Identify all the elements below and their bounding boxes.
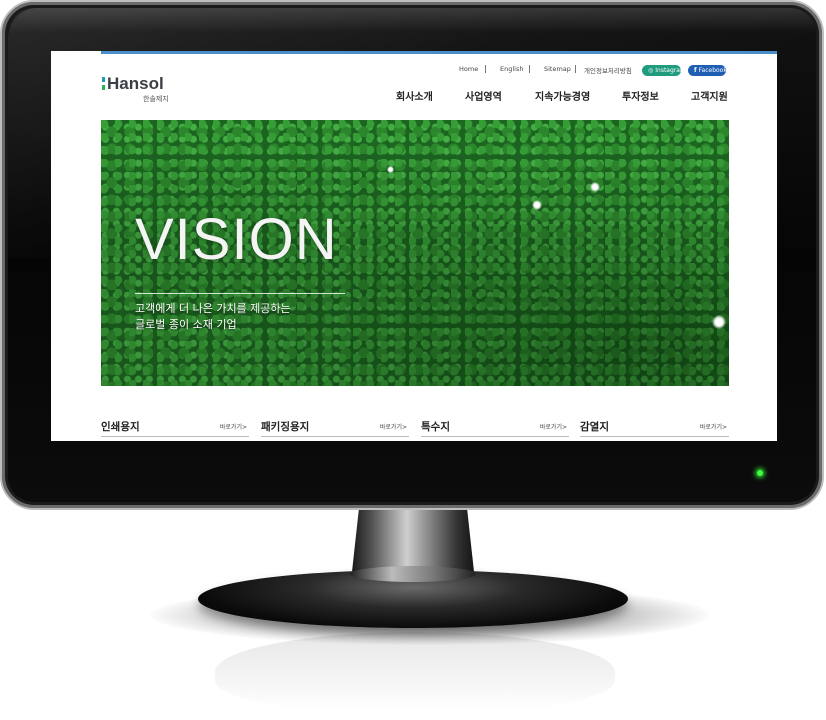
power-led: [757, 470, 763, 476]
hansol-logo[interactable]: Hansol: [102, 74, 164, 94]
logo-mark-icon: [102, 77, 105, 90]
util-link-privacy[interactable]: 개인정보처리방침: [584, 65, 632, 75]
category-link[interactable]: 바로가기>: [220, 422, 247, 431]
hero-banner: VISION 고객에게 더 나은 가치를 제공하는 글로벌 종이 소재 기업: [101, 120, 729, 386]
instagram-label: Instagram: [655, 67, 686, 74]
category-title: 패키징용지: [261, 421, 310, 433]
nav-support[interactable]: 고객지원: [691, 88, 728, 103]
category-title: 인쇄용지: [101, 421, 140, 433]
facebook-label: Facebook: [698, 67, 727, 74]
website-screen: Hansol 한솔제지 Home English Sitemap 개인정보처리방…: [51, 51, 777, 441]
instagram-button[interactable]: ◎ Instagram: [642, 65, 686, 76]
category-link[interactable]: 바로가기>: [700, 422, 727, 431]
instagram-icon: ◎: [648, 67, 654, 74]
category-title: 특수지: [421, 421, 450, 433]
logo-text: Hansol: [107, 74, 164, 93]
category-thermal-paper: 감열지 바로가기>: [580, 418, 729, 437]
category-printing-paper: 인쇄용지 바로가기>: [101, 418, 249, 437]
clover-flower: [590, 182, 600, 192]
nav-company[interactable]: 회사소개: [396, 88, 433, 103]
monitor-bezel: Hansol 한솔제지 Home English Sitemap 개인정보처리방…: [0, 0, 824, 510]
category-packaging-paper: 패키징용지 바로가기>: [261, 418, 409, 437]
facebook-button[interactable]: f Facebook: [688, 65, 727, 76]
category-specialty-paper: 특수지 바로가기>: [421, 418, 569, 437]
hero-title: VISION: [135, 207, 338, 272]
clover-flower: [532, 200, 542, 210]
util-link-english[interactable]: English: [500, 65, 523, 73]
util-divider: [529, 65, 530, 73]
monitor-stand-highlight: [350, 566, 476, 582]
util-link-home[interactable]: Home: [459, 65, 478, 73]
nav-business[interactable]: 사업영역: [465, 88, 502, 103]
nav-investor[interactable]: 투자정보: [622, 88, 659, 103]
util-divider: [485, 65, 486, 73]
facebook-icon: f: [694, 67, 697, 74]
clover-flower: [712, 315, 726, 329]
category-link[interactable]: 바로가기>: [540, 422, 567, 431]
category-link[interactable]: 바로가기>: [380, 422, 407, 431]
category-title: 감열지: [580, 421, 609, 433]
logo-subtitle: 한솔제지: [143, 95, 169, 103]
stand-reflection: [215, 632, 615, 712]
clover-flower: [387, 166, 394, 173]
hero-divider: [135, 293, 345, 294]
hero-subtitle: 고객에게 더 나은 가치를 제공하는 글로벌 종이 소재 기업: [135, 302, 291, 331]
header-accent-line: [101, 51, 777, 54]
util-link-sitemap[interactable]: Sitemap: [544, 65, 571, 73]
util-divider: [575, 65, 576, 73]
nav-sustainability[interactable]: 지속가능경영: [535, 88, 590, 103]
